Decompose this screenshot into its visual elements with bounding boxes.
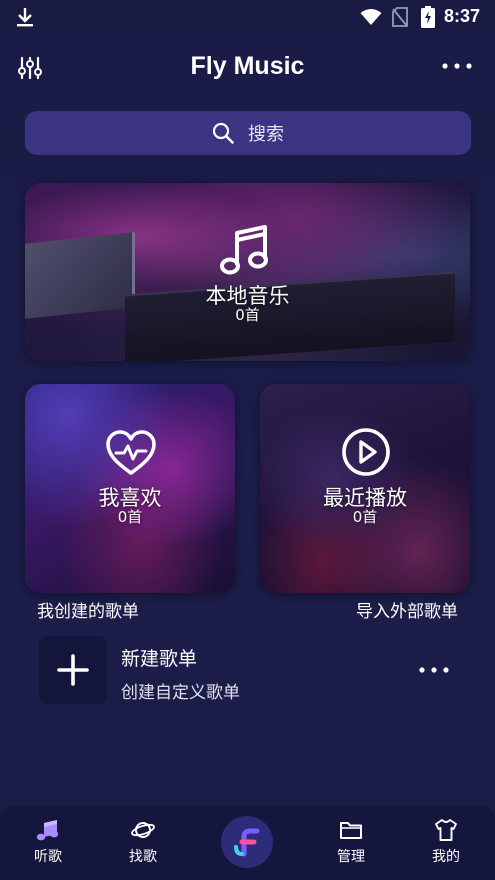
nav-label: 找歌 [129, 849, 157, 865]
app-logo-button[interactable] [221, 816, 273, 868]
shirt-icon [435, 819, 457, 841]
nav-item-manage[interactable]: 管理 [316, 806, 386, 880]
planet-icon [131, 822, 155, 838]
header: Fly Music [0, 44, 495, 92]
nav-item-listen[interactable]: 听歌 [13, 806, 83, 880]
download-icon [17, 8, 33, 27]
app-screen: 8:37 Fly Music 搜索 本地音乐 0首 我喜欢 0首 最近播放 0首… [0, 0, 495, 880]
wifi-icon [360, 9, 382, 25]
import-playlists-link[interactable]: 导入外部歌单 [356, 597, 458, 622]
more-icon[interactable] [440, 60, 474, 72]
recent-played-card[interactable]: 最近播放 0首 [260, 384, 470, 593]
new-playlist-subtitle: 创建自定义歌单 [121, 683, 240, 703]
my-playlists-heading: 我创建的歌单 [37, 602, 139, 622]
search-placeholder: 搜索 [248, 124, 284, 145]
music-note-icon [36, 820, 59, 841]
status-bar: 8:37 [0, 0, 495, 34]
card-count: 0首 [235, 306, 260, 324]
nav-label: 管理 [337, 849, 365, 865]
search-icon [212, 122, 234, 144]
folder-icon [340, 822, 362, 839]
nav-item-mine[interactable]: 我的 [411, 806, 481, 880]
status-time: 8:37 [444, 6, 481, 26]
more-icon[interactable] [417, 664, 451, 676]
new-playlist-row[interactable]: 新建歌单 创建自定义歌单 [37, 635, 467, 705]
play-circle-icon [342, 428, 390, 476]
battery-charging-icon [421, 6, 435, 28]
bottom-nav: 听歌 找歌 管理 我的 [0, 806, 495, 880]
app-logo-icon [234, 828, 260, 857]
music-note-icon [220, 225, 268, 275]
nav-label: 听歌 [34, 849, 62, 865]
favorites-card[interactable]: 我喜欢 0首 [25, 384, 235, 593]
nav-label: 我的 [432, 849, 460, 865]
search-bar[interactable]: 搜索 [25, 111, 471, 155]
no-sim-icon [392, 7, 408, 27]
heart-pulse-icon [106, 430, 156, 475]
local-music-card[interactable]: 本地音乐 0首 [25, 183, 470, 361]
nav-item-find[interactable]: 找歌 [108, 806, 178, 880]
add-playlist-button[interactable] [39, 636, 107, 704]
card-count: 0首 [117, 508, 143, 526]
plus-icon [57, 654, 89, 686]
app-title: Fly Music [190, 52, 305, 80]
card-count: 0首 [352, 508, 378, 526]
new-playlist-title: 新建歌单 [121, 648, 198, 670]
